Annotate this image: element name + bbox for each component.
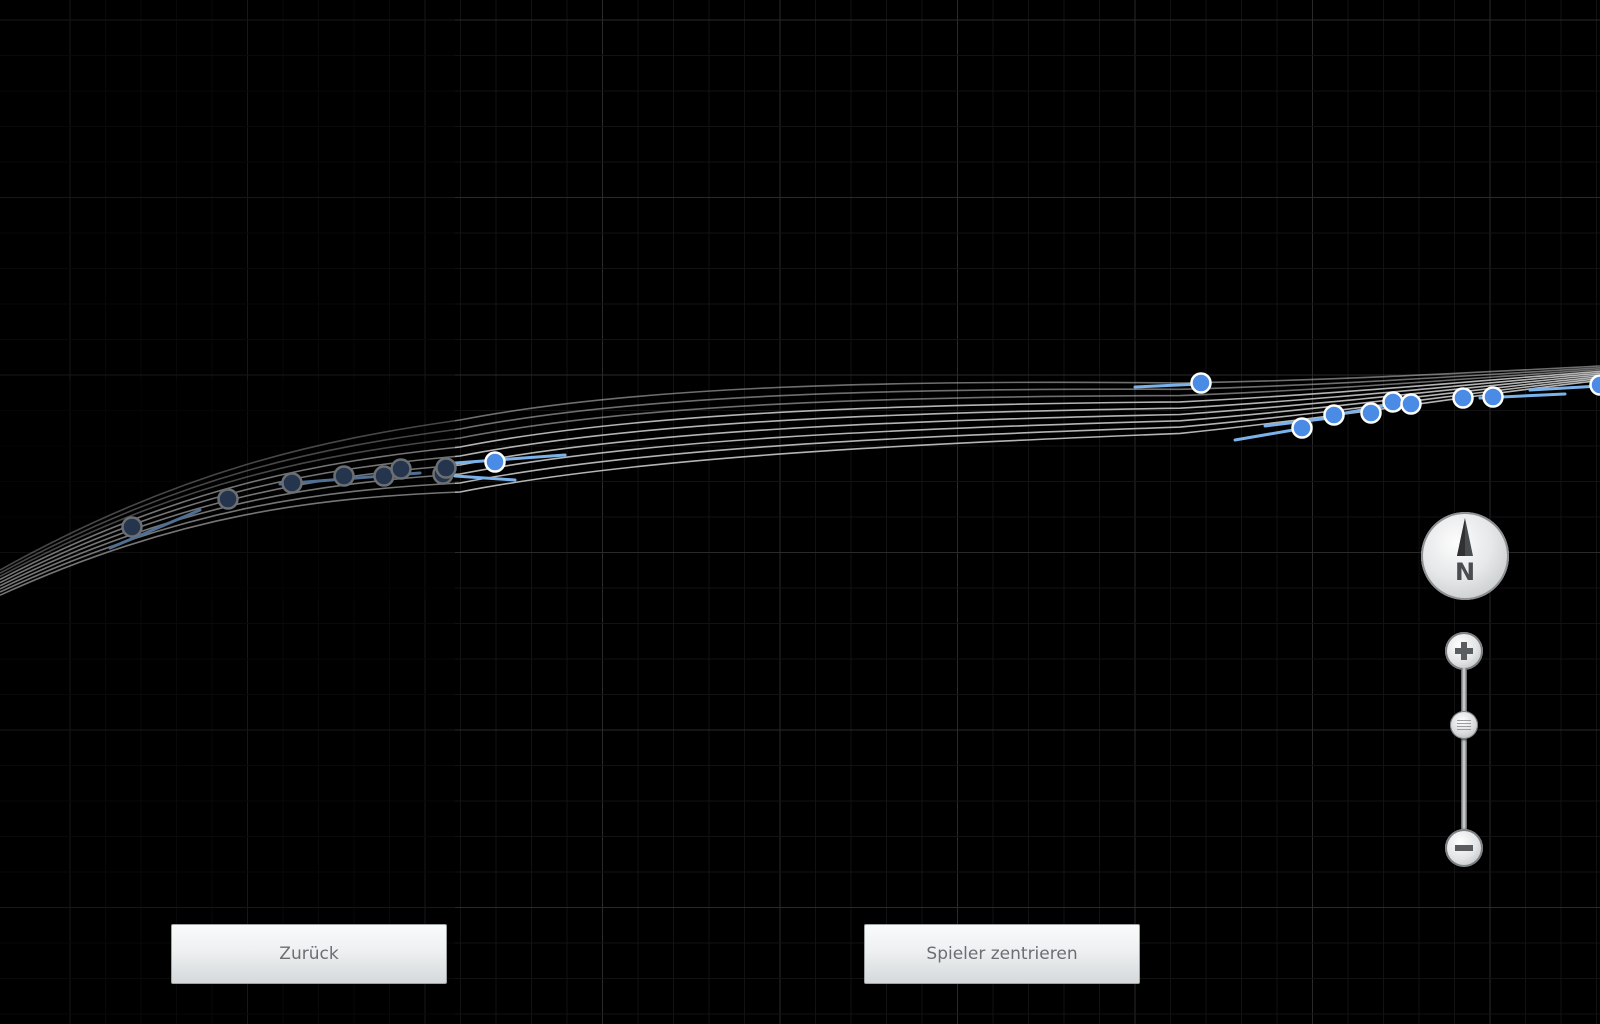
zoom-out-button[interactable]: [1445, 829, 1483, 867]
active-marker[interactable]: [1323, 404, 1345, 426]
active-marker[interactable]: [1190, 372, 1212, 394]
marker-trail: [453, 474, 517, 482]
active-marker[interactable]: [484, 451, 506, 473]
marker-trail: [1133, 382, 1202, 389]
zoom-slider-track[interactable]: [1461, 668, 1467, 832]
active-marker[interactable]: [1452, 387, 1474, 409]
inactive-marker[interactable]: [333, 465, 355, 487]
zoom-in-button[interactable]: [1445, 632, 1483, 670]
compass-button[interactable]: N: [1421, 512, 1509, 600]
inactive-marker[interactable]: [281, 472, 303, 494]
compass-letter: N: [1454, 558, 1476, 586]
flight-tracks: [0, 365, 1600, 600]
active-marker[interactable]: [1360, 402, 1382, 424]
active-marker[interactable]: [1382, 391, 1404, 413]
inactive-marker[interactable]: [390, 458, 412, 480]
plus-icon: [1455, 642, 1473, 660]
active-marker[interactable]: [1482, 386, 1504, 408]
inactive-marker[interactable]: [435, 457, 457, 479]
map-view[interactable]: N Zurück Spieler zentrieren: [0, 0, 1600, 1024]
minus-icon: [1455, 845, 1473, 851]
inactive-marker[interactable]: [217, 488, 239, 510]
active-marker[interactable]: [1589, 374, 1600, 396]
active-marker[interactable]: [1291, 417, 1313, 439]
inactive-marker[interactable]: [121, 516, 143, 538]
map-canvas[interactable]: [0, 0, 1600, 1024]
back-button[interactable]: Zurück: [171, 924, 447, 984]
active-marker[interactable]: [1400, 393, 1422, 415]
compass-north-icon: [1457, 518, 1473, 556]
center-player-button[interactable]: Spieler zentrieren: [864, 924, 1140, 984]
